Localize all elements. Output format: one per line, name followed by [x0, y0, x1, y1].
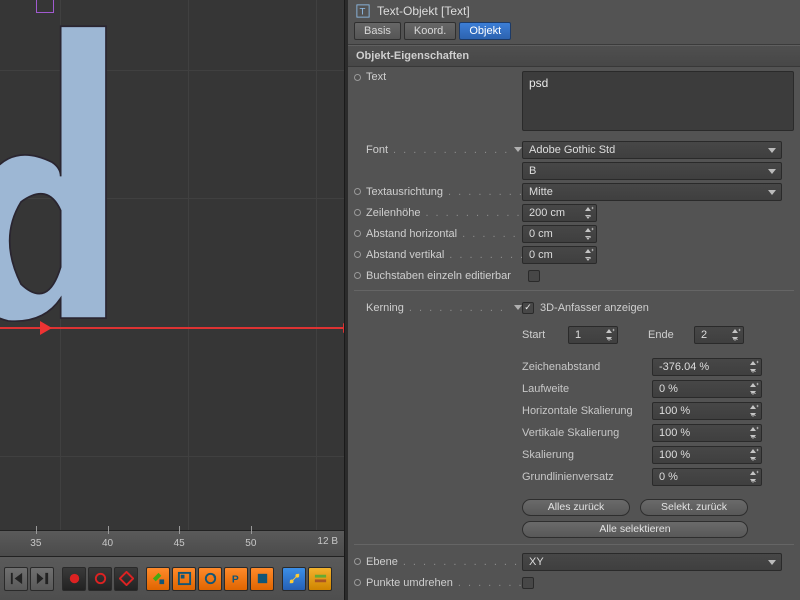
tab-bar: Basis Koord. Objekt: [348, 22, 800, 45]
timeline-tick: 35: [0, 538, 72, 549]
keyframe-dot[interactable]: [354, 251, 361, 258]
animation-toolbar: P: [0, 556, 344, 600]
label-text: Text: [366, 71, 386, 83]
keyframe-dot[interactable]: [354, 188, 361, 195]
show3d-checkbox[interactable]: ✓: [522, 302, 534, 314]
panel-title: T Text-Objekt [Text]: [348, 0, 800, 22]
label-show3d: 3D-Anfasser anzeigen: [540, 302, 649, 314]
label-vscale: Vertikale Skalierung: [522, 427, 646, 439]
label-align: Textausrichtung: [366, 186, 443, 198]
label-tracking: Laufweite: [522, 383, 646, 395]
label-end: Ende: [648, 329, 688, 341]
label-baseline: Grundlinienversatz: [522, 471, 646, 483]
key-scale-button[interactable]: [172, 567, 196, 591]
end-input[interactable]: 2: [694, 326, 744, 344]
tab-basis[interactable]: Basis: [354, 22, 401, 40]
charspace-input[interactable]: -376.04 %: [652, 358, 762, 376]
timeline-ruler[interactable]: 35 40 45 50 12 B: [0, 530, 344, 556]
reset-selection-button[interactable]: Selekt. zurück: [640, 499, 748, 516]
vspace-input[interactable]: 0 cm: [522, 246, 597, 264]
record-button[interactable]: [62, 567, 86, 591]
label-hscale: Horizontale Skalierung: [522, 405, 646, 417]
plane-dropdown[interactable]: XY: [522, 553, 782, 571]
x-axis-arrow[interactable]: [40, 321, 52, 335]
label-vspace: Abstand vertikal: [366, 249, 444, 261]
selection-box: d: [36, 0, 54, 13]
viewport-letter-d: [0, 20, 140, 330]
hspace-input[interactable]: 0 cm: [522, 225, 597, 243]
baseline-input[interactable]: 0 %: [652, 468, 762, 486]
timeline-tick: 50: [215, 538, 287, 549]
timeline-rate: 12 B: [317, 536, 338, 547]
attributes-panel: T Text-Objekt [Text] Basis Koord. Objekt…: [348, 0, 800, 600]
fcurve-button[interactable]: [282, 567, 306, 591]
label-hspace: Abstand horizontal: [366, 228, 457, 240]
label-charspace: Zeichenabstand: [522, 361, 646, 373]
tab-koord[interactable]: Koord.: [404, 22, 456, 40]
next-key-button[interactable]: [30, 567, 54, 591]
timeline-tick: 45: [143, 538, 215, 549]
keyframe-dot[interactable]: [354, 209, 361, 216]
start-input[interactable]: 1: [568, 326, 618, 344]
timeline-button[interactable]: [308, 567, 332, 591]
key-pla-button[interactable]: [250, 567, 274, 591]
font-family-dropdown[interactable]: Adobe Gothic Std: [522, 141, 782, 159]
align-dropdown[interactable]: Mitte: [522, 183, 782, 201]
font-weight-dropdown[interactable]: B: [522, 162, 782, 180]
label-start: Start: [522, 329, 562, 341]
keyframe-dot[interactable]: [354, 272, 361, 279]
key-parameter-button[interactable]: P: [224, 567, 248, 591]
text-input[interactable]: psd: [522, 71, 794, 131]
editsingle-checkbox[interactable]: [528, 270, 540, 282]
select-all-button[interactable]: Alle selektieren: [522, 521, 748, 538]
key-position-button[interactable]: [146, 567, 170, 591]
svg-text:P: P: [231, 574, 238, 585]
label-kerning: Kerning: [366, 302, 404, 314]
reverse-checkbox[interactable]: [522, 577, 534, 589]
label-font: Font: [366, 144, 388, 156]
label-reverse: Punkte umdrehen: [366, 577, 453, 589]
viewport-3d[interactable]: d: [0, 0, 344, 530]
lineheight-input[interactable]: 200 cm: [522, 204, 597, 222]
hscale-input[interactable]: 100 %: [652, 402, 762, 420]
scale-input[interactable]: 100 %: [652, 446, 762, 464]
reset-all-button[interactable]: Alles zurück: [522, 499, 630, 516]
keyframe-dot[interactable]: [354, 74, 361, 81]
keyframe-dot[interactable]: [354, 230, 361, 237]
keyframe-dot[interactable]: [354, 558, 361, 565]
timeline-tick: 40: [72, 538, 144, 549]
label-lineheight: Zeilenhöhe: [366, 207, 420, 219]
keyframe-dot[interactable]: [354, 579, 361, 586]
vscale-input[interactable]: 100 %: [652, 424, 762, 442]
label-editsingle: Buchstaben einzeln editierbar: [366, 270, 511, 282]
label-plane: Ebene: [366, 556, 398, 568]
section-header: Objekt-Eigenschaften: [348, 45, 800, 67]
tracking-input[interactable]: 0 %: [652, 380, 762, 398]
autokey-button[interactable]: [88, 567, 112, 591]
text-object-icon: T: [356, 4, 370, 18]
keyframe-selection-button[interactable]: [114, 567, 138, 591]
tab-objekt[interactable]: Objekt: [459, 22, 511, 40]
key-rotation-button[interactable]: [198, 567, 222, 591]
goto-end-button[interactable]: [4, 567, 28, 591]
label-scale: Skalierung: [522, 449, 646, 461]
svg-text:T: T: [360, 7, 366, 18]
